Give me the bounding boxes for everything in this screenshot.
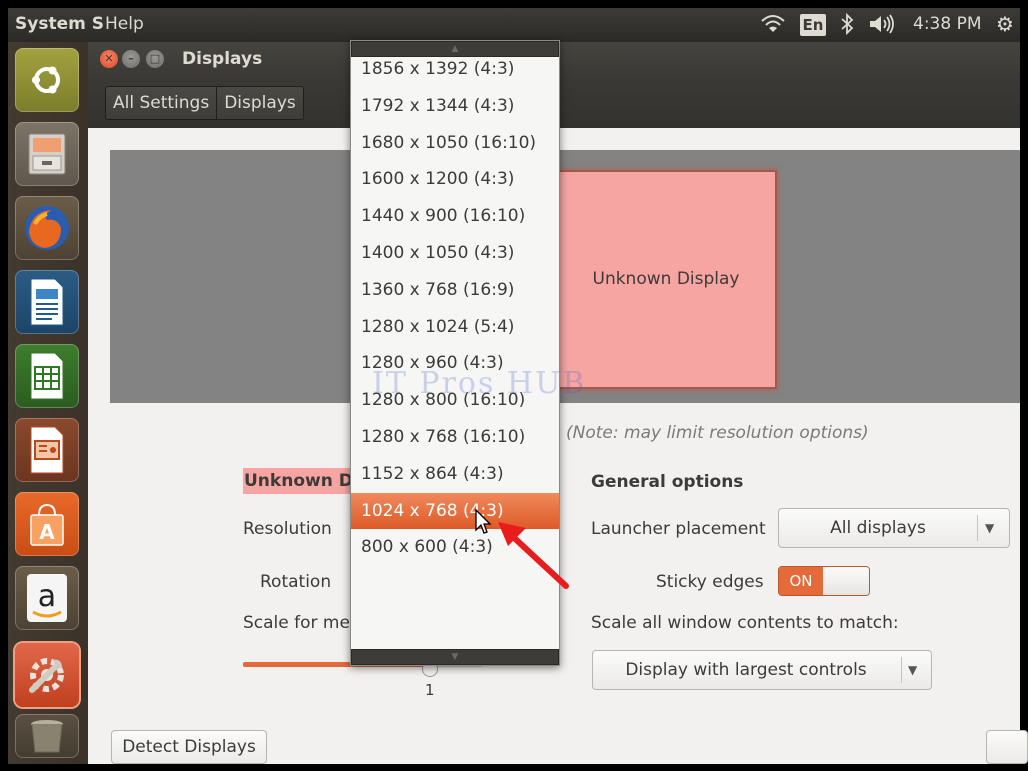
scale-label: Scale for me xyxy=(243,613,350,633)
scroll-down-arrow-icon: ▼ xyxy=(451,652,459,662)
chevron-down-icon: ▼ xyxy=(985,521,995,535)
launcher-dash-button[interactable] xyxy=(15,48,79,112)
resolution-option[interactable]: 1792 x 1344 (4:3) xyxy=(351,88,559,124)
resolution-note: (Note: may limit resolution options) xyxy=(566,423,869,443)
toggle-on-label: ON xyxy=(779,567,823,595)
resolution-option[interactable]: 1152 x 864 (4:3) xyxy=(351,456,559,492)
keyboard-language-indicator[interactable]: En xyxy=(800,14,826,36)
wrench-gear-icon xyxy=(15,643,79,707)
wifi-icon[interactable] xyxy=(760,14,786,39)
window-close-button[interactable]: ✕ xyxy=(100,50,118,68)
session-gear-icon[interactable]: ⚙ xyxy=(996,12,1014,36)
display-name-header: Unknown Di xyxy=(243,468,354,494)
resolution-option[interactable]: 1280 x 1024 (5:4) xyxy=(351,309,559,345)
resolution-option[interactable]: 1680 x 1050 (16:10) xyxy=(351,125,559,161)
resolution-option[interactable]: 1360 x 768 (16:9) xyxy=(351,272,559,308)
toggle-knob xyxy=(823,567,869,595)
app-menu-title[interactable]: System S xyxy=(15,14,104,34)
window-maximize-button[interactable]: □ xyxy=(146,50,164,68)
launcher-system-settings-button[interactable] xyxy=(15,643,79,707)
close-icon: ✕ xyxy=(104,52,114,65)
launcher-placement-combo[interactable]: All displays ▼ xyxy=(778,508,1010,548)
ubuntu-logo-icon xyxy=(15,48,79,112)
scale-slider-value: 1 xyxy=(425,681,435,699)
launcher: A a xyxy=(8,42,88,764)
red-annotation-arrow-icon xyxy=(498,522,569,589)
volume-icon[interactable] xyxy=(868,13,896,40)
menu-scroll-down[interactable]: ▼ xyxy=(351,649,559,665)
resolution-option[interactable]: 1400 x 1050 (4:3) xyxy=(351,235,559,271)
scale-all-label: Scale all window contents to match: xyxy=(591,613,899,633)
calc-spreadsheet-icon xyxy=(15,344,79,408)
clock[interactable]: 4:38 PM xyxy=(913,14,982,34)
detect-displays-button[interactable]: Detect Displays xyxy=(111,730,267,764)
minimize-icon: – xyxy=(128,52,134,65)
breadcrumb-all-settings[interactable]: All Settings xyxy=(106,87,216,119)
trash-icon xyxy=(15,714,79,758)
amazon-icon: a xyxy=(15,566,79,630)
resolution-option[interactable]: 1280 x 768 (16:10) xyxy=(351,419,559,455)
resolution-option[interactable]: 1280 x 960 (4:3) xyxy=(351,345,559,381)
file-cabinet-icon xyxy=(15,122,79,186)
launcher-firefox-button[interactable] xyxy=(15,196,79,260)
launcher-files-button[interactable] xyxy=(15,122,79,186)
apply-button[interactable] xyxy=(986,730,1028,764)
window-title: Displays xyxy=(182,49,263,69)
combo-separator xyxy=(901,657,902,683)
sticky-edges-label: Sticky edges xyxy=(656,572,764,592)
resolution-label: Resolution xyxy=(243,519,332,539)
breadcrumb-displays[interactable]: Displays xyxy=(216,87,303,119)
monitor-preview[interactable]: Unknown Display xyxy=(555,170,777,389)
display-arrangement-area: Unknown Display xyxy=(110,150,1020,403)
writer-document-icon xyxy=(15,270,79,334)
firefox-icon xyxy=(15,196,79,260)
svg-text:A: A xyxy=(39,520,55,544)
rotation-label: Rotation xyxy=(260,572,332,592)
resolution-option[interactable]: 1856 x 1392 (4:3) xyxy=(351,51,559,87)
window-minimize-button[interactable]: – xyxy=(122,50,140,68)
launcher-placement-label: Launcher placement xyxy=(591,519,766,539)
launcher-trash-button[interactable] xyxy=(15,714,79,758)
general-options-header: General options xyxy=(591,472,744,492)
launcher-writer-button[interactable] xyxy=(15,270,79,334)
shopping-bag-icon: A xyxy=(15,492,79,556)
menu-help[interactable]: Help xyxy=(105,14,144,34)
maximize-icon: □ xyxy=(149,52,161,65)
launcher-amazon-button[interactable]: a xyxy=(15,566,79,630)
resolution-option[interactable]: 1440 x 900 (16:10) xyxy=(351,198,559,234)
impress-presentation-icon xyxy=(15,418,79,482)
launcher-impress-button[interactable] xyxy=(15,418,79,482)
resolution-option[interactable]: 1600 x 1200 (4:3) xyxy=(351,161,559,197)
bluetooth-icon[interactable] xyxy=(840,12,854,40)
monitor-preview-label: Unknown Display xyxy=(592,269,740,289)
launcher-calc-button[interactable] xyxy=(15,344,79,408)
resolution-option[interactable]: 1280 x 800 (16:10) xyxy=(351,382,559,418)
breadcrumb: All Settings Displays xyxy=(105,86,304,120)
svg-text:a: a xyxy=(38,579,56,614)
chevron-down-icon: ▼ xyxy=(908,663,918,677)
launcher-placement-value: All displays xyxy=(830,518,926,538)
sticky-edges-toggle[interactable]: ON xyxy=(778,566,870,596)
combo-separator xyxy=(977,515,978,541)
top-panel: System S Help En 4:38 PM ⚙ xyxy=(8,8,1020,42)
scale-all-combo[interactable]: Display with largest controls ▼ xyxy=(592,650,932,690)
scale-all-value: Display with largest controls xyxy=(625,660,867,680)
launcher-software-center-button[interactable]: A xyxy=(15,492,79,556)
